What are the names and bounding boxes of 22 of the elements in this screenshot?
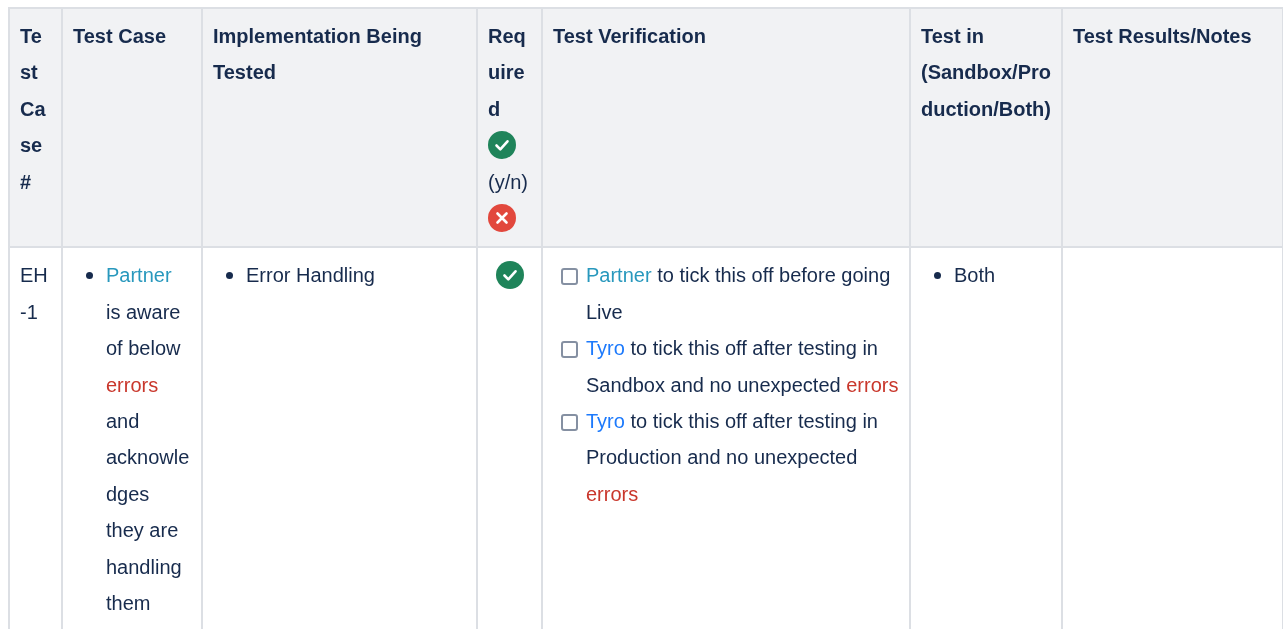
header-note: (y/n): [488, 169, 529, 195]
column-header: Test in (Sandbox/Production/Both): [910, 8, 1062, 248]
column-header: Test Verification: [542, 8, 910, 248]
column-header: Test Case #: [9, 8, 62, 248]
test-case-id: EH-1: [9, 247, 62, 629]
checkbox[interactable]: [561, 414, 578, 432]
column-header: Test Results/Notes: [1062, 8, 1283, 248]
implementation-text: Error Handling: [246, 263, 375, 289]
task-text: Tyro to tick this off after testing in Sandbox and no unexpected errors: [586, 336, 899, 398]
header-label: Required: [488, 24, 527, 122]
environment-text: Both: [954, 263, 996, 289]
checkbox[interactable]: [561, 268, 578, 286]
column-header: Test Case: [62, 8, 202, 248]
bullet-icon: [86, 272, 93, 280]
test-case-text: Partner is aware of below errors and acknowledges they are handling them: [106, 263, 191, 617]
bullet-icon: [934, 272, 941, 280]
cross-circle-icon: [488, 204, 516, 233]
check-circle-icon: [488, 131, 516, 160]
bullet-icon: [226, 272, 233, 280]
checkbox[interactable]: [561, 341, 578, 359]
task-text: Tyro to tick this off after testing in Production and no unexpected errors: [586, 409, 879, 507]
column-header: Implementation Being Tested: [202, 8, 477, 248]
